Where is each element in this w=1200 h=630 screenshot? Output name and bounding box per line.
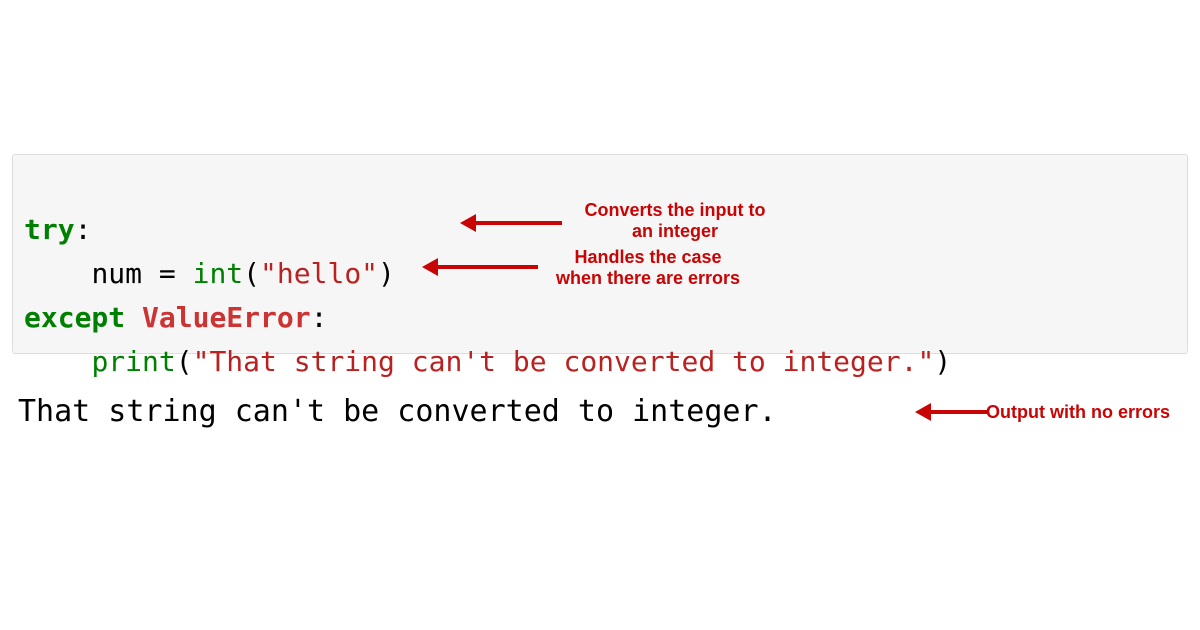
- annotation-arrow-output: [915, 403, 989, 421]
- equals: =: [159, 257, 193, 290]
- colon: :: [311, 301, 328, 334]
- colon: :: [75, 213, 92, 246]
- indent: [24, 257, 91, 290]
- variable: num: [91, 257, 158, 290]
- annotation-output: Output with no errors: [986, 402, 1196, 423]
- arrow-shaft: [438, 265, 538, 269]
- annotation-handles: Handles the case when there are errors: [538, 247, 758, 289]
- arrow-head-icon: [422, 258, 438, 276]
- string-hello: "hello": [260, 257, 378, 290]
- rparen: ): [378, 257, 395, 290]
- builtin-print: print: [91, 345, 175, 378]
- annotation-arrow-convert: [460, 214, 562, 232]
- space: [125, 301, 142, 334]
- keyword-try: try: [24, 213, 75, 246]
- arrow-shaft: [476, 221, 562, 225]
- lparen: (: [176, 345, 193, 378]
- string-msg: "That string can't be converted to integ…: [193, 345, 935, 378]
- error-class: ValueError: [142, 301, 311, 334]
- rparen: ): [934, 345, 951, 378]
- arrow-shaft: [931, 410, 989, 414]
- annotation-convert: Converts the input to an integer: [570, 200, 780, 242]
- builtin-int: int: [193, 257, 244, 290]
- program-output: That string can't be converted to intege…: [18, 394, 777, 429]
- arrow-head-icon: [915, 403, 931, 421]
- keyword-except: except: [24, 301, 125, 334]
- annotation-arrow-handles: [422, 258, 538, 276]
- indent: [24, 345, 91, 378]
- lparen: (: [243, 257, 260, 290]
- arrow-head-icon: [460, 214, 476, 232]
